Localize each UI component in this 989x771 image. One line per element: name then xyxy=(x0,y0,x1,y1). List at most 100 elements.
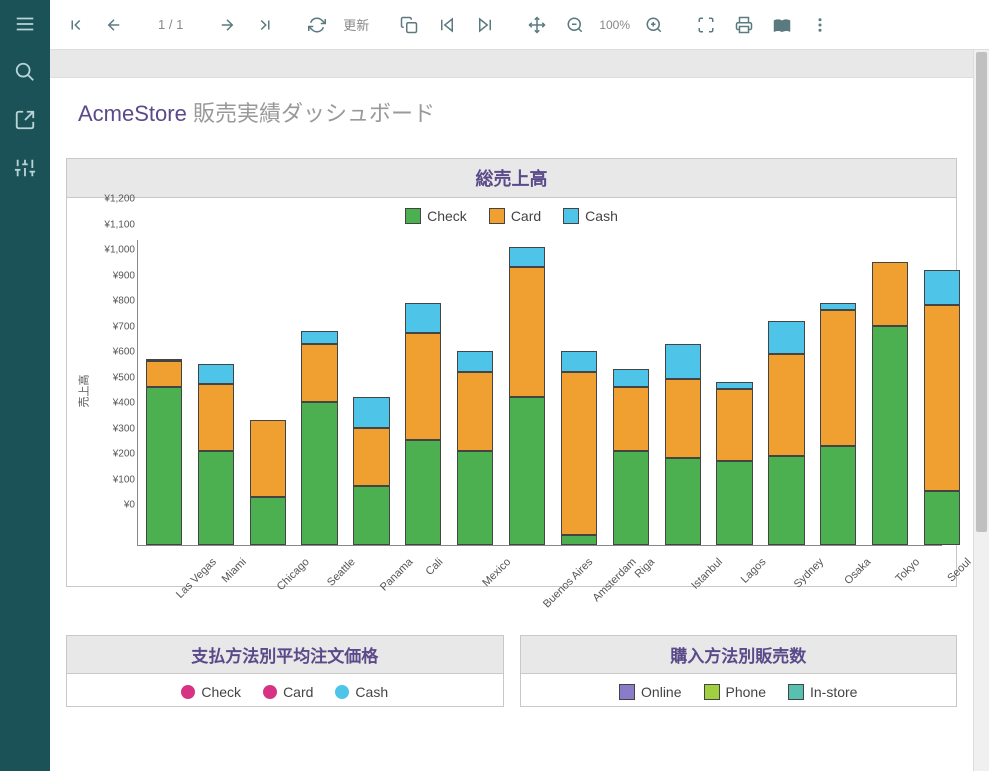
legend-label: Check xyxy=(201,684,241,700)
lower-charts-row: 支払方法別平均注文価格 CheckCardCash 購入方法別販売数 Onlin… xyxy=(66,635,957,707)
x-label: Istanbul xyxy=(689,556,725,592)
legend-item: Check xyxy=(181,684,241,700)
legend-label: Cash xyxy=(355,684,388,700)
report-subtitle: 販売実績ダッシュボード xyxy=(187,101,435,126)
update-label: 更新 xyxy=(337,15,375,34)
bar-group xyxy=(457,351,493,545)
y-tick: ¥1,000 xyxy=(87,245,135,256)
legend-swatch xyxy=(619,684,635,700)
x-label: Las Vegas xyxy=(174,556,219,601)
legend-swatch xyxy=(263,685,277,699)
x-label: Sydney xyxy=(792,556,826,590)
prev-page-button[interactable] xyxy=(96,7,132,43)
page-indicator: 1 / 1 xyxy=(148,17,193,32)
x-label: Amsterdam xyxy=(590,556,638,604)
y-tick: ¥900 xyxy=(87,270,135,281)
bar-segment xyxy=(561,351,597,371)
bar-segment xyxy=(872,262,908,326)
bar-group xyxy=(146,359,182,545)
legend-label: Cash xyxy=(585,208,618,224)
legend-label: Online xyxy=(641,684,681,700)
lower-chart-left-title: 支払方法別平均注文価格 xyxy=(67,636,503,674)
bar-group xyxy=(716,382,752,545)
print-button[interactable] xyxy=(726,7,762,43)
bar-segment xyxy=(768,456,804,545)
bar-segment xyxy=(457,451,493,545)
x-label: Mexico xyxy=(480,556,513,589)
lower-chart-right-legend: Online Phone In-store xyxy=(521,674,957,706)
more-button[interactable] xyxy=(802,7,838,43)
bar-segment xyxy=(665,379,701,458)
step-back-button[interactable] xyxy=(429,7,465,43)
y-tick: ¥100 xyxy=(87,474,135,485)
pan-button[interactable] xyxy=(519,7,555,43)
last-page-button[interactable] xyxy=(247,7,283,43)
vertical-scrollbar[interactable] xyxy=(973,50,989,771)
book-button[interactable] xyxy=(764,7,800,43)
legend-swatch xyxy=(335,685,349,699)
legend-label: Check xyxy=(427,208,467,224)
step-forward-button[interactable] xyxy=(467,7,503,43)
bar-segment xyxy=(561,535,597,545)
y-tick: ¥700 xyxy=(87,321,135,332)
export-icon[interactable] xyxy=(11,106,39,134)
bar-segment xyxy=(665,344,701,380)
bar-group xyxy=(353,397,389,545)
legend-label: In-store xyxy=(810,684,857,700)
bar-segment xyxy=(146,387,182,545)
toolbar: 1 / 1 更新 100% xyxy=(50,0,989,50)
y-tick: ¥300 xyxy=(87,423,135,434)
bar-segment xyxy=(509,247,545,267)
bar-group xyxy=(872,262,908,545)
next-page-button[interactable] xyxy=(209,7,245,43)
copy-button[interactable] xyxy=(391,7,427,43)
app-root: 1 / 1 更新 100% Ac xyxy=(0,0,989,771)
legend-swatch xyxy=(181,685,195,699)
bar-segment xyxy=(198,364,234,384)
bar-segment xyxy=(198,384,234,450)
bar-segment xyxy=(301,344,337,403)
scrollbar-thumb[interactable] xyxy=(976,52,987,532)
bar-segment xyxy=(716,461,752,545)
bar-segment xyxy=(405,333,441,440)
search-icon[interactable] xyxy=(11,58,39,86)
plot-area-wrap: 売上高 ¥0¥100¥200¥300¥400¥500¥600¥700¥800¥9… xyxy=(77,236,946,576)
zoom-out-button[interactable] xyxy=(557,7,593,43)
bar-segment xyxy=(405,303,441,334)
settings-icon[interactable] xyxy=(11,154,39,182)
y-axis: 売上高 ¥0¥100¥200¥300¥400¥500¥600¥700¥800¥9… xyxy=(77,236,135,546)
reload-button[interactable] xyxy=(299,7,335,43)
bar-segment xyxy=(457,351,493,371)
report-brand: AcmeStore xyxy=(78,101,187,126)
bar-segment xyxy=(353,486,389,545)
bar-segment xyxy=(716,382,752,390)
legend-swatch xyxy=(788,684,804,700)
y-tick: ¥600 xyxy=(87,347,135,358)
bar-segment xyxy=(716,389,752,460)
y-tick: ¥1,100 xyxy=(87,219,135,230)
legend-swatch xyxy=(563,208,579,224)
x-label: Panama xyxy=(378,556,415,593)
bar-segment xyxy=(509,267,545,397)
x-axis-labels: Las VegasMiamiChicagoSeattlePanamaCaliMe… xyxy=(137,548,942,604)
first-page-button[interactable] xyxy=(58,7,94,43)
bar-segment xyxy=(301,331,337,344)
bar-segment xyxy=(924,270,960,306)
bar-group xyxy=(665,344,701,545)
bar-segment xyxy=(820,446,856,545)
bar-segment xyxy=(613,369,649,387)
bar-segment xyxy=(613,387,649,451)
bar-segment xyxy=(146,361,182,387)
zoom-in-button[interactable] xyxy=(636,7,672,43)
menu-icon[interactable] xyxy=(11,10,39,38)
legend-label: Card xyxy=(283,684,313,700)
bar-group xyxy=(924,270,960,545)
bar-segment xyxy=(250,420,286,497)
x-label: Chicago xyxy=(275,556,312,593)
fullscreen-button[interactable] xyxy=(688,7,724,43)
bar-segment xyxy=(820,310,856,445)
legend-item: Online xyxy=(619,684,681,700)
bar-segment xyxy=(353,428,389,487)
legend-label: Phone xyxy=(726,684,766,700)
bar-segment xyxy=(457,372,493,451)
